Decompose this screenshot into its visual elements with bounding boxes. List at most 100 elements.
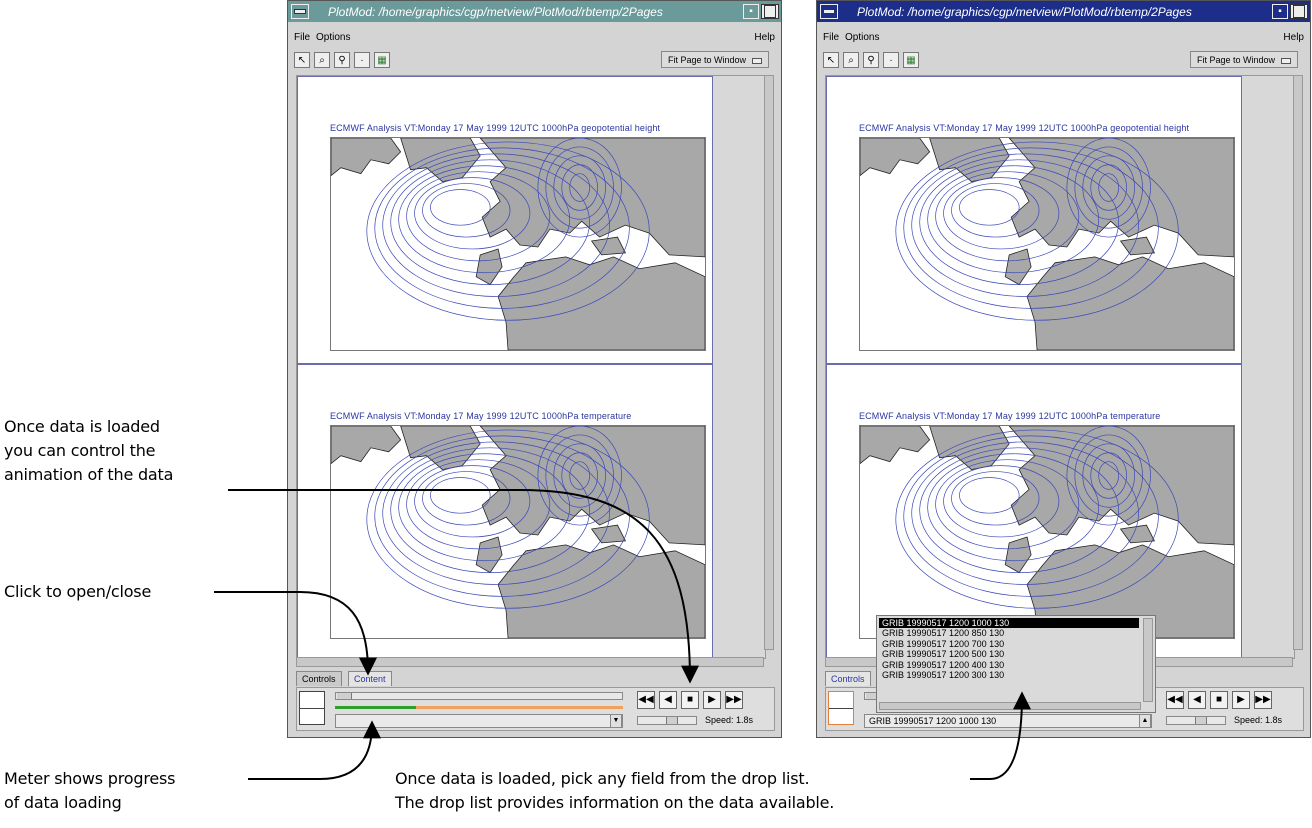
- menu-options[interactable]: Options: [845, 32, 879, 43]
- maximize-icon[interactable]: [761, 4, 779, 19]
- menu-file[interactable]: File: [823, 32, 839, 43]
- plotmod-window-left: PlotMod: /home/graphics/cgp/metview/Plot…: [287, 0, 782, 738]
- page-title: ECMWF Analysis VT:Monday 17 May 1999 12U…: [330, 411, 632, 421]
- fast-forward-icon[interactable]: ▶▶: [1254, 691, 1272, 709]
- page-title: ECMWF Analysis VT:Monday 17 May 1999 12U…: [330, 123, 661, 133]
- point-icon[interactable]: ·: [354, 52, 370, 68]
- page-layout-preview[interactable]: [828, 691, 854, 725]
- map-plot: [330, 137, 706, 351]
- speed-slider[interactable]: [1166, 716, 1226, 725]
- vertical-scrollbar[interactable]: [1293, 75, 1303, 650]
- menu-file[interactable]: File: [294, 32, 310, 43]
- window-title: PlotMod: /home/graphics/cgp/metview/Plot…: [328, 4, 663, 19]
- step-forward-icon[interactable]: ▶: [1232, 691, 1250, 709]
- stop-icon[interactable]: ■: [681, 691, 699, 709]
- rewind-icon[interactable]: ◀◀: [1166, 691, 1184, 709]
- annotation-line: Once data is loaded: [4, 417, 160, 436]
- dropdown-arrow-icon[interactable]: ▼: [610, 715, 622, 727]
- frame-slider-thumb[interactable]: [337, 693, 352, 699]
- plot-canvas[interactable]: ECMWF Analysis VT:Monday 17 May 1999 12U…: [296, 75, 766, 659]
- field-drop-list[interactable]: GRIB 19990517 1200 1000 130 GRIB 1999051…: [876, 615, 1156, 713]
- annotation-line: you can control the: [4, 441, 156, 460]
- dropdown-arrow-icon[interactable]: ▲: [1139, 715, 1151, 727]
- speed-slider-thumb[interactable]: [1195, 717, 1207, 724]
- drop-list-item[interactable]: GRIB 19990517 1200 500 130: [879, 649, 1139, 659]
- speed-label: Speed: 1.8s: [1234, 715, 1283, 725]
- annotation-line: The drop list provides information on th…: [395, 793, 835, 812]
- annotation-line: of data loading: [4, 793, 122, 812]
- map-plot: [330, 425, 706, 639]
- tab-content[interactable]: Content: [348, 671, 392, 686]
- menu-help[interactable]: Help: [1283, 32, 1304, 43]
- drop-list-item[interactable]: GRIB 19990517 1200 700 130: [879, 639, 1139, 649]
- minimize-icon[interactable]: ▪: [743, 4, 759, 19]
- plot-page-2[interactable]: ECMWF Analysis VT:Monday 17 May 1999 12U…: [297, 364, 713, 658]
- toolbar: ↖ ⌕ ⚲ · ▦ Fit Page to Window: [292, 51, 777, 69]
- loading-meter-loaded: [335, 706, 416, 709]
- map-plot: [859, 425, 1235, 639]
- page-title: ECMWF Analysis VT:Monday 17 May 1999 12U…: [859, 411, 1161, 421]
- page-title: ECMWF Analysis VT:Monday 17 May 1999 12U…: [859, 123, 1190, 133]
- drop-list-item[interactable]: GRIB 19990517 1200 850 130: [879, 628, 1139, 638]
- tab-controls[interactable]: Controls: [296, 671, 342, 686]
- zoom-icon[interactable]: ⌕: [314, 52, 330, 68]
- annotation-droplist: Once data is loaded, pick any field from…: [395, 767, 834, 815]
- step-back-icon[interactable]: ◀: [659, 691, 677, 709]
- drop-list-item[interactable]: GRIB 19990517 1200 300 130: [879, 670, 1139, 680]
- point-icon[interactable]: ·: [883, 52, 899, 68]
- selected-field: GRIB 19990517 1200 1000 130: [869, 716, 997, 726]
- field-dropdown[interactable]: ▼: [335, 714, 623, 728]
- stop-icon[interactable]: ■: [1210, 691, 1228, 709]
- horizontal-scrollbar[interactable]: [296, 657, 764, 667]
- rewind-icon[interactable]: ◀◀: [637, 691, 655, 709]
- magnify-icon[interactable]: ⚲: [863, 52, 879, 68]
- window-menu-icon[interactable]: [291, 4, 309, 19]
- annotation-open-close: Click to open/close: [4, 580, 151, 604]
- speed-label: Speed: 1.8s: [705, 715, 754, 725]
- drop-list-item[interactable]: GRIB 19990517 1200 400 130: [879, 660, 1139, 670]
- minimize-icon[interactable]: ▪: [1272, 4, 1288, 19]
- speed-slider[interactable]: [637, 716, 697, 725]
- tab-controls[interactable]: Controls: [825, 671, 871, 686]
- grid-icon[interactable]: ▦: [374, 52, 390, 68]
- annotation-line: animation of the data: [4, 465, 174, 484]
- grid-icon[interactable]: ▦: [903, 52, 919, 68]
- plot-page-1[interactable]: ECMWF Analysis VT:Monday 17 May 1999 12U…: [826, 76, 1242, 364]
- field-dropdown[interactable]: GRIB 19990517 1200 1000 130 ▲: [864, 714, 1152, 728]
- title-bar[interactable]: PlotMod: /home/graphics/cgp/metview/Plot…: [817, 1, 1310, 22]
- menu-options[interactable]: Options: [316, 32, 350, 43]
- annotation-line: Click to open/close: [4, 582, 152, 601]
- annotation-animation: Once data is loaded you can control the …: [4, 415, 173, 487]
- window-title: PlotMod: /home/graphics/cgp/metview/Plot…: [857, 4, 1192, 19]
- drop-list-horizontal-scrollbar[interactable]: [879, 702, 1141, 710]
- controls-panel: ▼ ◀◀ ◀ ■ ▶ ▶▶ Speed: 1.8s: [296, 687, 775, 731]
- title-bar[interactable]: PlotMod: /home/graphics/cgp/metview/Plot…: [288, 1, 781, 22]
- speed-slider-thumb[interactable]: [666, 717, 678, 724]
- magnify-icon[interactable]: ⚲: [334, 52, 350, 68]
- menu-bar: File Options Help: [821, 32, 1306, 46]
- annotation-line: Once data is loaded, pick any field from…: [395, 769, 810, 788]
- annotation-line: Meter shows progress: [4, 769, 176, 788]
- annotation-meter: Meter shows progress of data loading: [4, 767, 175, 815]
- step-back-icon[interactable]: ◀: [1188, 691, 1206, 709]
- pointer-icon[interactable]: ↖: [823, 52, 839, 68]
- page-layout-preview[interactable]: [299, 691, 325, 725]
- menu-help[interactable]: Help: [754, 32, 775, 43]
- window-menu-icon[interactable]: [820, 4, 838, 19]
- zoom-icon[interactable]: ⌕: [843, 52, 859, 68]
- vertical-scrollbar[interactable]: [764, 75, 774, 650]
- fit-page-dropdown[interactable]: Fit Page to Window: [1189, 51, 1298, 68]
- loading-meter-remaining: [416, 706, 623, 709]
- fit-page-dropdown[interactable]: Fit Page to Window: [660, 51, 769, 68]
- maximize-icon[interactable]: [1290, 4, 1308, 19]
- step-forward-icon[interactable]: ▶: [703, 691, 721, 709]
- pointer-icon[interactable]: ↖: [294, 52, 310, 68]
- drop-list-vertical-scrollbar[interactable]: [1143, 618, 1153, 702]
- frame-slider[interactable]: [335, 692, 623, 700]
- fast-forward-icon[interactable]: ▶▶: [725, 691, 743, 709]
- map-plot: [859, 137, 1235, 351]
- plot-page-1[interactable]: ECMWF Analysis VT:Monday 17 May 1999 12U…: [297, 76, 713, 364]
- drop-list-item[interactable]: GRIB 19990517 1200 1000 130: [879, 618, 1139, 629]
- plot-page-2[interactable]: ECMWF Analysis VT:Monday 17 May 1999 12U…: [826, 364, 1242, 658]
- plot-canvas[interactable]: ECMWF Analysis VT:Monday 17 May 1999 12U…: [825, 75, 1295, 659]
